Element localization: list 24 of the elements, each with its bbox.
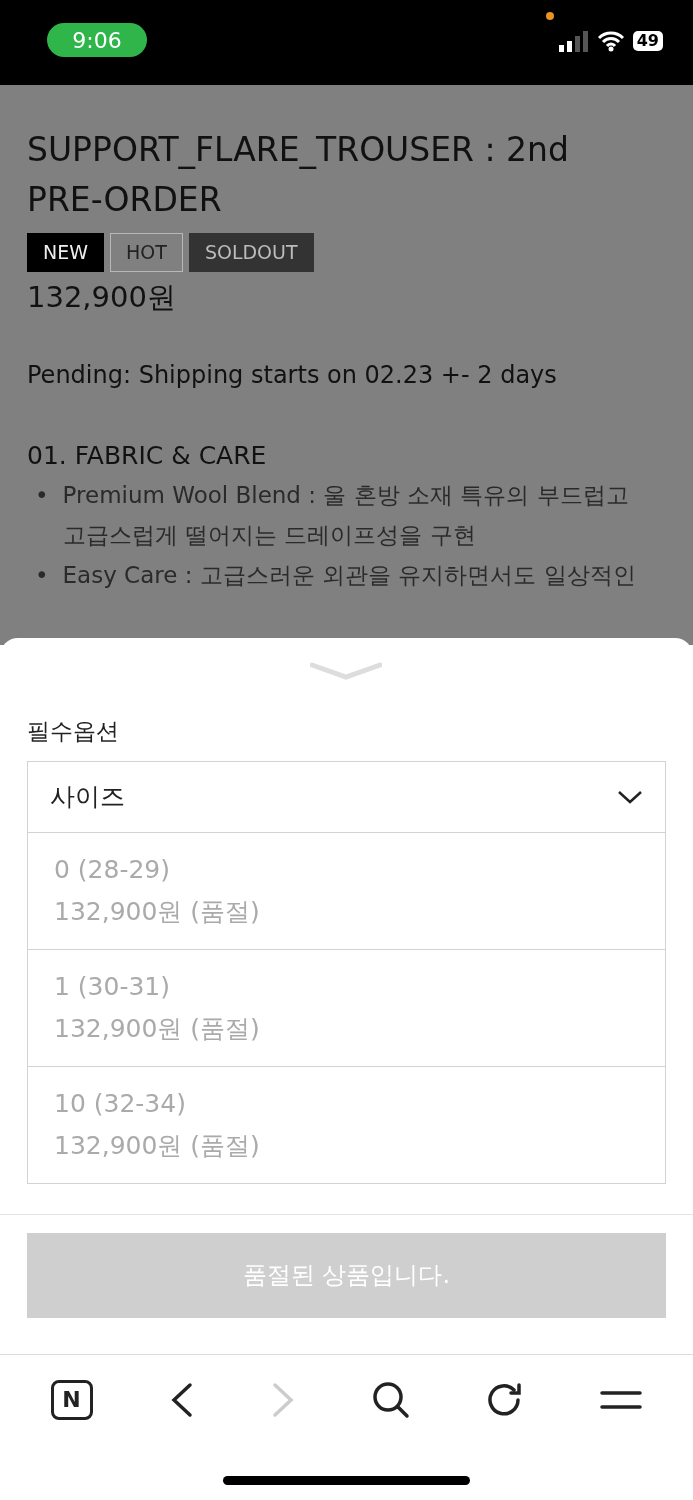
bullet-marker: •: [35, 560, 49, 590]
product-tag: HOT: [110, 233, 183, 272]
sheet-handle-icon: [310, 662, 382, 680]
search-icon[interactable]: [372, 1380, 411, 1419]
product-tag: SOLDOUT: [188, 233, 314, 272]
privacy-indicator-icon: [546, 12, 554, 20]
battery-level: 49: [632, 31, 663, 51]
reload-icon[interactable]: [487, 1381, 524, 1418]
feature-text: Easy Care : 고급스러운 외관을 유지하면서도 일상적인: [62, 560, 636, 590]
section-heading: 01. FABRIC & CARE: [27, 440, 268, 472]
bullet-marker: •: [35, 480, 49, 510]
menu-icon[interactable]: [600, 1389, 643, 1410]
browser-logo[interactable]: N: [50, 1379, 93, 1420]
back-icon[interactable]: [169, 1381, 194, 1418]
product-price: 132,900원: [27, 278, 177, 316]
size-select[interactable]: 사이즈: [27, 760, 666, 833]
feature-text: Premium Wool Blend : 울 혼방 소재 특유의 부드럽고 고급스럽게 떨어지는 드레이프성을 구현: [62, 480, 630, 550]
clock-time: 9:06: [47, 23, 147, 57]
product-title: SUPPORT_FLARE_TROUSER : 2nd PRE-ORDER: [27, 129, 570, 221]
signal-icon: [558, 30, 589, 52]
shipping-notice: Pending: Shipping starts on 02.23 +- 2 days: [27, 360, 558, 391]
option-label: 필수옵션: [27, 717, 120, 746]
wifi-icon: [596, 30, 625, 52]
product-tag: NEW: [27, 233, 104, 272]
